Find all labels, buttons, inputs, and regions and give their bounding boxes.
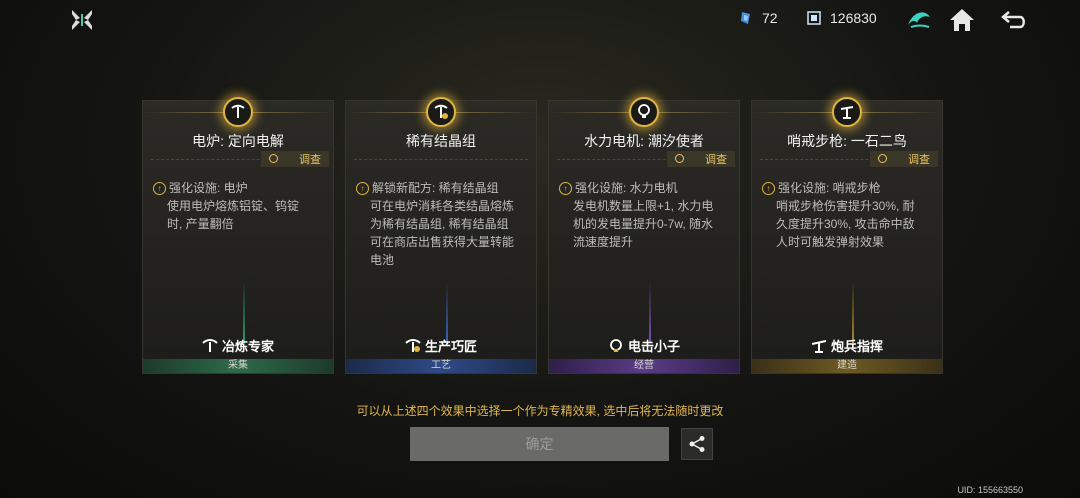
card-description: ↑ 解锁新配方: 稀有结晶组 可在电炉消耗各类结晶熔炼 为稀有结晶组, 稀有结晶组… [356, 179, 528, 269]
card-description: ↑ 强化设施: 水力电机 发电机数量上限+1, 水力电 机的发电量提升0-7w, … [559, 179, 731, 251]
desc-line: 人时可触发弹射效果 [776, 235, 885, 249]
survey-label: 调查 [705, 154, 727, 166]
confirm-button[interactable]: 确定 [410, 427, 669, 461]
desc-line: 可在电炉消耗各类结晶熔炼 [370, 199, 515, 213]
upgrade-icon: ↑ [153, 182, 166, 195]
home-icon[interactable] [948, 7, 976, 33]
survey-label: 调查 [908, 154, 930, 166]
card-badge [832, 97, 862, 127]
magnifier-icon [675, 154, 684, 163]
chip-icon [807, 11, 821, 25]
desc-line: 使用电炉熔炼铝锭、钨锭 [167, 199, 300, 213]
perk-card-sentry[interactable]: 哨戒步枪: 一石二鸟 调查 ↑ 强化设施: 哨戒步枪 哨戒步枪伤害提升30%, 耐… [751, 97, 943, 374]
share-icon [689, 436, 705, 452]
survey-button[interactable]: 调查 [667, 151, 735, 167]
desc-line: 机的发电量提升0-7w, 随水 [573, 217, 714, 231]
game-logo-icon[interactable] [70, 8, 94, 32]
glow-beam [446, 281, 448, 343]
coin-count: 126830 [830, 10, 877, 26]
skill-label: 冶炼专家 [221, 339, 274, 354]
turret-skill-icon [811, 340, 827, 353]
desc-line: 发电机数量上限+1, 水力电 [573, 199, 714, 213]
card-badge [426, 97, 456, 127]
survey-button[interactable]: 调查 [261, 151, 329, 167]
turret-icon [840, 106, 854, 119]
gem-count: 72 [762, 10, 778, 26]
unlock-icon: ↑ [356, 182, 369, 195]
category-bar: 建造 [752, 359, 942, 373]
back-arrow-icon[interactable] [1000, 7, 1028, 33]
perk-card-hydro[interactable]: 水力电机: 潮汐使者 调查 ↑ 强化设施: 水力电机 发电机数量上限+1, 水力电… [548, 97, 740, 374]
desc-line: 强化设施: 哨戒步枪 [778, 181, 881, 195]
desc-line: 强化设施: 电炉 [169, 181, 248, 195]
lightbulb-skill-icon [610, 339, 622, 352]
skill-name: 电击小子 [549, 336, 739, 355]
desc-line: 电池 [370, 253, 395, 267]
card-description: ↑ 强化设施: 哨戒步枪 哨戒步枪伤害提升30%, 耐 久度提升30%, 攻击命中… [762, 179, 934, 251]
crystal-icon [741, 12, 750, 24]
top-bar: 72 126830 [0, 0, 1080, 40]
glow-beam [852, 281, 854, 343]
skill-label: 电击小子 [627, 339, 680, 354]
pickaxe-icon [231, 104, 245, 118]
share-button[interactable] [681, 428, 713, 460]
skill-label: 炮兵指挥 [830, 339, 883, 354]
selection-hint: 可以从上述四个效果中选择一个作为专精效果, 选中后将无法随时更改 [356, 404, 724, 418]
category-bar: 采集 [143, 359, 333, 373]
card-description: ↑ 强化设施: 电炉 使用电炉熔炼铝锭、钨锭 时, 产量翻倍 [153, 179, 325, 233]
card-title: 电炉: 定向电解 [192, 133, 284, 149]
desc-line: 时, 产量翻倍 [167, 217, 234, 231]
lightbulb-icon [638, 104, 650, 118]
magnifier-icon [269, 154, 278, 163]
card-title: 水力电机: 潮汐使者 [584, 133, 704, 149]
gem-counter: 72 [738, 10, 778, 26]
desc-line: 强化设施: 水力电机 [575, 181, 678, 195]
craftsman-skill-icon [405, 339, 421, 352]
desc-line: 为稀有结晶组, 稀有结晶组 [370, 217, 509, 231]
magnifier-icon [878, 154, 887, 163]
skill-name: 冶炼专家 [143, 336, 333, 355]
wave-emblem-icon[interactable] [905, 7, 933, 33]
coin-counter: 126830 [806, 10, 877, 26]
survey-button[interactable]: 调查 [870, 151, 938, 167]
desc-line: 流速度提升 [573, 235, 634, 249]
card-badge [223, 97, 253, 127]
pickaxe-gear-icon [434, 104, 448, 119]
upgrade-icon: ↑ [559, 182, 572, 195]
skill-name: 生产巧匠 [346, 336, 536, 355]
desc-line: 解锁新配方: 稀有结晶组 [372, 181, 499, 195]
card-badge [629, 97, 659, 127]
user-id: UID: 155663550 [957, 485, 1023, 495]
glow-beam [649, 281, 651, 343]
perk-card-crystal[interactable]: 稀有结晶组 ↑ 解锁新配方: 稀有结晶组 可在电炉消耗各类结晶熔炼 为稀有结晶组,… [345, 97, 537, 374]
desc-line: 可在商店出售获得大量转能 [370, 235, 515, 249]
upgrade-icon: ↑ [762, 182, 775, 195]
skill-name: 炮兵指挥 [752, 336, 942, 355]
glow-beam [243, 281, 245, 343]
category-bar: 经营 [549, 359, 739, 373]
divider [354, 159, 528, 160]
skill-label: 生产巧匠 [424, 339, 477, 354]
card-title: 稀有结晶组 [406, 133, 476, 149]
desc-line: 久度提升30%, 攻击命中敌 [776, 217, 915, 231]
survey-label: 调查 [299, 154, 321, 166]
pickaxe-skill-icon [202, 339, 218, 352]
desc-line: 哨戒步枪伤害提升30%, 耐 [776, 199, 915, 213]
perk-card-furnace[interactable]: 电炉: 定向电解 调查 ↑ 强化设施: 电炉 使用电炉熔炼铝锭、钨锭 时, 产量翻… [142, 97, 334, 374]
category-bar: 工艺 [346, 359, 536, 373]
card-title: 哨戒步枪: 一石二鸟 [787, 133, 907, 149]
